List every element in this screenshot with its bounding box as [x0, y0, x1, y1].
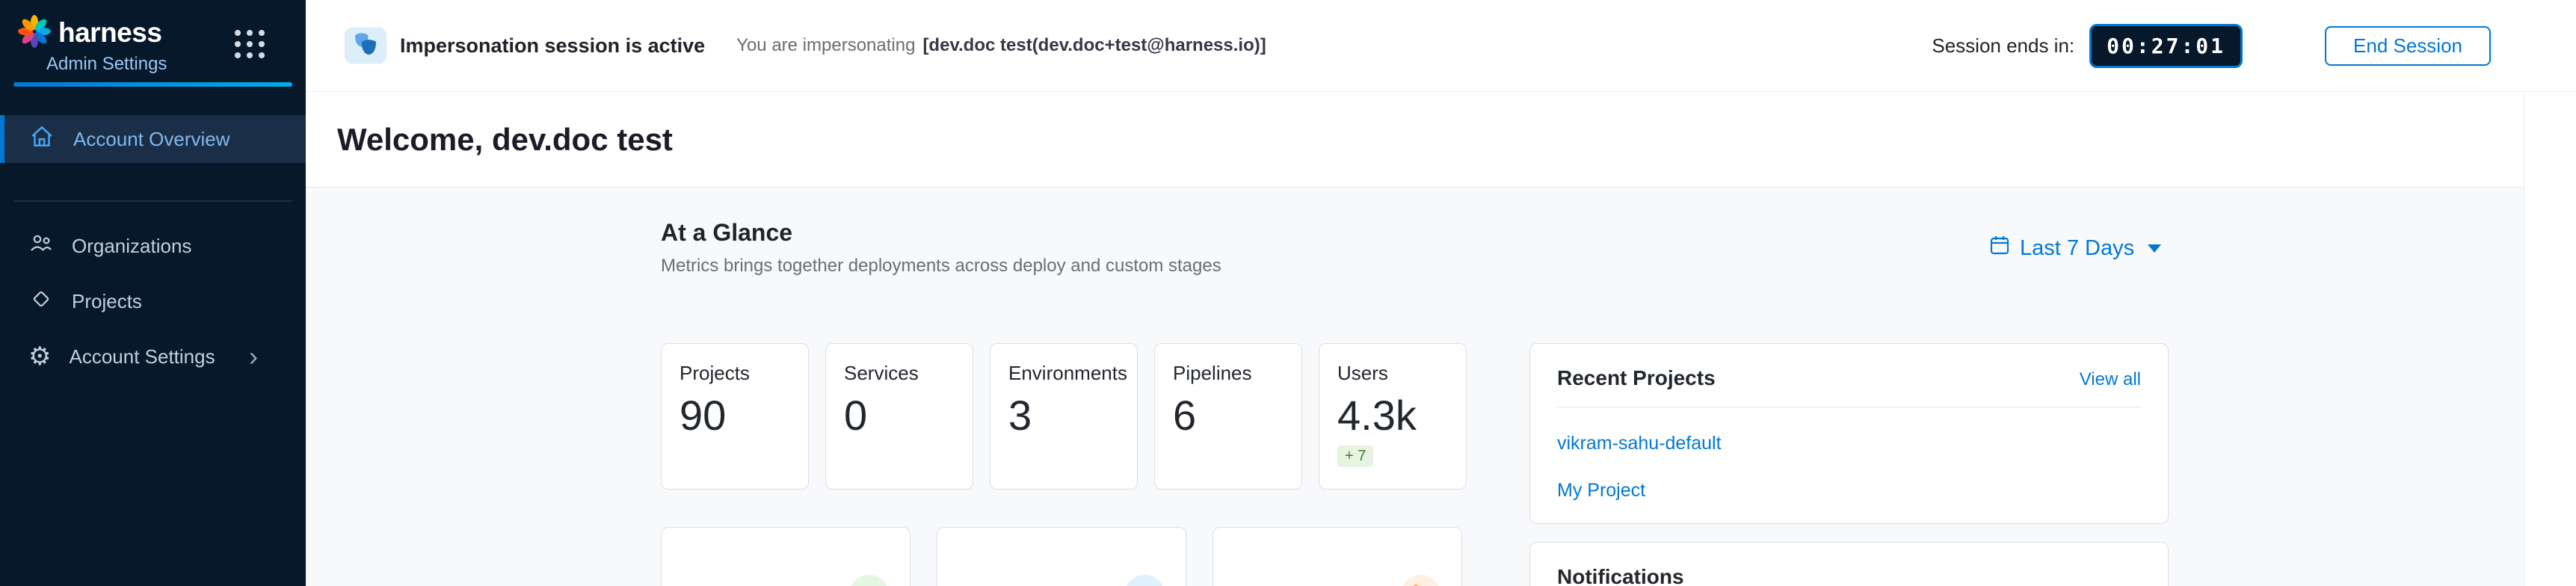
stat-card-pipelines[interactable]: Pipelines 6 [1154, 343, 1302, 490]
date-range-label: Last 7 Days [2020, 236, 2134, 261]
home-icon [28, 123, 55, 155]
app-launcher-icon[interactable] [235, 30, 265, 58]
impersonation-masks-icon [345, 27, 386, 64]
impersonation-banner: Impersonation session is active You are … [306, 0, 2576, 92]
stat-label: Projects [680, 362, 790, 385]
sidebar-accent-bar [13, 82, 292, 87]
session-countdown-timer: 00:27:01 [2089, 24, 2243, 68]
sidebar-item-label: Account Settings [69, 345, 215, 368]
date-range-dropdown[interactable]: Last 7 Days [1988, 234, 2161, 262]
stat-value: 6 [1173, 391, 1284, 440]
stat-label: Environments [1008, 362, 1119, 385]
sidebar: harness Admin Settings Account Overview … [0, 0, 306, 586]
deployments-card[interactable]: Deployments ⇄ [661, 527, 910, 586]
sidebar-item-organizations[interactable]: Organizations [0, 218, 306, 274]
recent-projects-panel: Recent Projects View all vikram-sahu-def… [1529, 343, 2169, 524]
at-a-glance-subtitle: Metrics brings together deployments acro… [661, 256, 1221, 277]
stat-label: Users [1337, 362, 1448, 385]
recent-project-link[interactable]: My Project [1557, 480, 2141, 502]
admin-settings-label: Admin Settings [46, 54, 306, 75]
sidebar-item-account-overview[interactable]: Account Overview [0, 115, 306, 163]
main-content: At a Glance Metrics brings together depl… [306, 188, 2576, 586]
stat-value: 0 [844, 391, 955, 440]
end-session-button[interactable]: End Session [2325, 26, 2491, 66]
welcome-bar: Welcome, dev.doc test [306, 92, 2576, 188]
stat-value: 4.3k [1337, 391, 1448, 440]
organizations-icon [28, 231, 54, 262]
sidebar-item-label: Projects [72, 290, 142, 313]
at-a-glance-title: At a Glance [661, 219, 1221, 247]
deployments-icon: ⇄ [849, 575, 889, 586]
stat-label: Services [844, 362, 955, 385]
chevron-right-icon: › [249, 343, 258, 370]
sidebar-item-label: Organizations [72, 235, 191, 258]
sidebar-item-label: Account Overview [73, 128, 230, 151]
stat-label: Pipelines [1173, 362, 1284, 385]
builds-icon: ↻ [1125, 575, 1165, 586]
builds-label: Builds [958, 583, 1020, 586]
users-delta-badge: + 7 [1337, 445, 1373, 467]
impersonation-subtitle: You are impersonating [736, 35, 915, 56]
harness-logo-icon [16, 13, 52, 53]
stat-card-services[interactable]: Services 0 [825, 343, 973, 490]
modules-row: Deployments ⇄ Builds ↻ Feature Flags ⚑ [661, 527, 1462, 586]
stat-value: 90 [680, 391, 790, 440]
sidebar-divider [13, 200, 292, 202]
feature-flags-icon: ⚑ [1401, 575, 1440, 586]
impersonation-target-user: [dev.doc test(dev.doc+test@harness.io)] [922, 35, 1266, 56]
stat-card-projects[interactable]: Projects 90 [661, 343, 809, 490]
stat-value: 3 [1008, 391, 1119, 440]
stats-row: Projects 90 Services 0 Environments 3 Pi… [661, 343, 1467, 490]
harness-wordmark: harness [58, 17, 161, 49]
stat-card-users[interactable]: Users 4.3k + 7 [1319, 343, 1467, 490]
deployments-label: Deployments [682, 583, 810, 586]
feature-flags-label: Feature Flags [1234, 583, 1366, 586]
notifications-panel: Notifications [1529, 542, 2169, 586]
feature-flags-card[interactable]: Feature Flags ⚑ [1212, 527, 1462, 586]
stat-card-environments[interactable]: Environments 3 [990, 343, 1138, 490]
sidebar-item-projects[interactable]: Projects [0, 274, 306, 329]
recent-projects-title: Recent Projects [1557, 366, 1716, 390]
notifications-title: Notifications [1557, 565, 1684, 586]
projects-icon [28, 286, 54, 317]
at-a-glance-header: At a Glance Metrics brings together depl… [661, 219, 1221, 277]
calendar-icon [1988, 234, 2011, 262]
builds-card[interactable]: Builds ↻ [937, 527, 1186, 586]
page-title: Welcome, dev.doc test [337, 122, 673, 158]
sidebar-item-account-settings[interactable]: ⚙ Account Settings › [0, 329, 306, 384]
view-all-link[interactable]: View all [2080, 369, 2141, 390]
scrollbar-track[interactable] [2524, 92, 2576, 586]
impersonation-title: Impersonation session is active [400, 34, 705, 58]
recent-project-link[interactable]: vikram-sahu-default [1557, 433, 2141, 454]
caret-down-icon [2148, 244, 2161, 253]
session-ends-label: Session ends in: [1932, 34, 2074, 58]
gear-icon: ⚙ [28, 344, 51, 369]
